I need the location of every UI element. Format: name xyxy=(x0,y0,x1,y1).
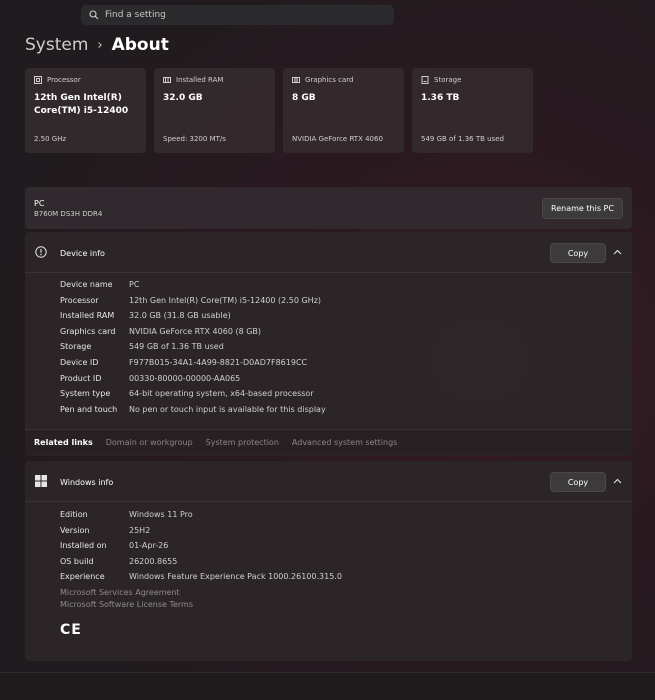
row-value: NVIDIA GeForce RTX 4060 (8 GB) xyxy=(129,326,262,336)
list-item: Installed on 01-Apr-26 xyxy=(60,538,342,554)
related-links-label: Related links xyxy=(34,438,93,447)
card-value: 1.36 TB xyxy=(421,93,460,103)
list-item: Graphics card NVIDIA GeForce RTX 4060 (8 … xyxy=(60,324,326,340)
row-key: Device ID xyxy=(60,357,99,367)
device-info-title: Device info xyxy=(60,249,105,258)
row-value: 549 GB of 1.36 TB used xyxy=(129,342,224,352)
list-item: OS build 26200.8655 xyxy=(60,554,342,570)
card-graphics-card: Graphics card 8 GB NVIDIA GeForce RTX 40… xyxy=(283,68,404,153)
link-services-agreement[interactable]: Microsoft Services Agreement xyxy=(60,587,193,599)
row-key: Edition xyxy=(60,510,88,519)
windows-info-title: Windows info xyxy=(60,478,114,487)
chevron-right-icon: › xyxy=(97,37,103,53)
card-installed-ram: Installed RAM 32.0 GB Speed: 3200 MT/s xyxy=(154,68,275,153)
info-icon xyxy=(35,246,47,258)
search-input[interactable] xyxy=(105,10,365,20)
row-value: 64-bit operating system, x64-based proce… xyxy=(129,389,314,399)
row-key: Processor xyxy=(60,295,99,305)
link-license-terms[interactable]: Microsoft Software License Terms xyxy=(60,599,193,611)
row-value: 12th Gen Intel(R) Core(TM) i5-12400 (2.5… xyxy=(129,295,322,305)
windows-info-copy-button[interactable]: Copy xyxy=(550,472,606,492)
list-item: Installed RAM 32.0 GB (31.8 GB usable) xyxy=(60,308,326,324)
card-label: Processor xyxy=(47,76,81,84)
windows-info-list: Edition Windows 11 Pro Version 25H2 Instal… xyxy=(60,507,342,585)
chevron-up-icon[interactable] xyxy=(613,249,622,255)
ram-icon xyxy=(163,77,171,83)
link-domain-or-workgroup[interactable]: Domain or workgroup xyxy=(106,438,193,447)
link-system-protection[interactable]: System protection xyxy=(206,438,279,447)
row-key: System type xyxy=(60,389,111,399)
row-key: Installed on xyxy=(60,541,107,551)
bottom-bar xyxy=(0,672,655,700)
windows-info-header[interactable]: Windows info Copy xyxy=(25,461,632,501)
card-value: 8 GB xyxy=(292,93,316,103)
ce-mark: CE xyxy=(60,622,82,638)
row-value: Windows Feature Experience Pack 1000.261… xyxy=(129,572,342,582)
list-item: Device ID F977B015-34A1-4A99-8821-D0AD7F8… xyxy=(60,355,326,371)
row-value: 26200.8655 xyxy=(129,556,178,566)
card-processor: Processor 12th Gen Intel(R) Core(TM) i5-… xyxy=(25,68,146,153)
list-item: Edition Windows 11 Pro xyxy=(60,507,342,523)
list-item: Processor 12th Gen Intel(R) Core(TM) i5-1… xyxy=(60,293,326,309)
card-value: 32.0 GB xyxy=(163,93,203,103)
card-sub: 2.50 GHz xyxy=(34,135,67,143)
row-value: Windows 11 Pro xyxy=(129,510,193,519)
row-key: Pen and touch xyxy=(60,404,118,414)
card-value: 12th Gen Intel(R) Core(TM) i5-12400 xyxy=(34,93,129,116)
device-info-header[interactable]: Device info Copy xyxy=(25,232,632,272)
row-key: Version xyxy=(60,525,90,535)
row-key: Product ID xyxy=(60,373,102,383)
device-info-panel: Device info Copy Device name PC Processor… xyxy=(25,232,632,456)
divider xyxy=(25,272,632,273)
row-key: Device name xyxy=(60,280,113,289)
device-info-copy-button[interactable]: Copy xyxy=(550,243,606,263)
divider xyxy=(25,501,632,502)
list-item: Experience Windows Feature Experience Pac… xyxy=(60,569,342,585)
card-label: Installed RAM xyxy=(176,76,224,84)
pc-model: B760M DS3H DDR4 xyxy=(34,210,103,218)
row-key: Installed RAM xyxy=(60,311,115,321)
device-info-list: Device name PC Processor 12th Gen Intel(R)… xyxy=(60,277,326,417)
list-item: Product ID 00330-80000-00000-AA065 xyxy=(60,371,326,387)
card-sub: Speed: 3200 MT/s xyxy=(163,135,226,143)
windows-info-panel: Windows info Copy Edition Windows 11 Pro … xyxy=(25,461,632,661)
pc-name-panel: PC B760M DS3H DDR4 Rename this PC xyxy=(25,187,632,229)
search-box[interactable] xyxy=(81,5,394,25)
breadcrumb-parent[interactable]: System xyxy=(25,35,88,55)
row-value: F977B015-34A1-4A99-8821-D0AD7F8619CC xyxy=(129,357,308,367)
link-advanced-system-settings[interactable]: Advanced system settings xyxy=(292,438,397,447)
row-key: Experience xyxy=(60,572,105,582)
breadcrumb: System › About xyxy=(25,35,169,55)
graphics-card-icon xyxy=(292,77,300,83)
chevron-up-icon[interactable] xyxy=(613,478,622,484)
rename-pc-button[interactable]: Rename this PC xyxy=(542,198,623,219)
page-title: About xyxy=(111,35,169,55)
row-value: 00330-80000-00000-AA065 xyxy=(129,373,241,383)
search-icon xyxy=(89,10,99,20)
storage-icon xyxy=(421,76,429,84)
row-value: No pen or touch input is available for t… xyxy=(129,404,326,414)
card-sub: 549 GB of 1.36 TB used xyxy=(421,135,504,143)
card-sub: NVIDIA GeForce RTX 4060 xyxy=(292,135,383,143)
legal-links: Microsoft Services Agreement Microsoft S… xyxy=(60,587,193,611)
list-item: Pen and touch No pen or touch input is av… xyxy=(60,402,326,418)
row-value: 32.0 GB (31.8 GB usable) xyxy=(129,311,231,321)
processor-icon xyxy=(34,76,42,84)
related-links: Related links Domain or workgroup System… xyxy=(25,429,632,455)
row-key: OS build xyxy=(60,556,94,566)
row-value: PC xyxy=(129,280,140,289)
list-item: Device name PC xyxy=(60,277,326,293)
row-key: Graphics card xyxy=(60,326,116,336)
list-item: Storage 549 GB of 1.36 TB used xyxy=(60,339,326,355)
row-value: 01-Apr-26 xyxy=(129,541,169,551)
pc-name: PC xyxy=(34,199,45,208)
card-storage: Storage 1.36 TB 549 GB of 1.36 TB used xyxy=(412,68,533,153)
windows-logo-icon xyxy=(35,475,47,487)
row-key: Storage xyxy=(60,342,92,352)
row-value: 25H2 xyxy=(129,525,151,535)
list-item: System type 64-bit operating system, x64-… xyxy=(60,386,326,402)
card-label: Graphics card xyxy=(305,76,354,84)
card-label: Storage xyxy=(434,76,462,84)
list-item: Version 25H2 xyxy=(60,523,342,539)
